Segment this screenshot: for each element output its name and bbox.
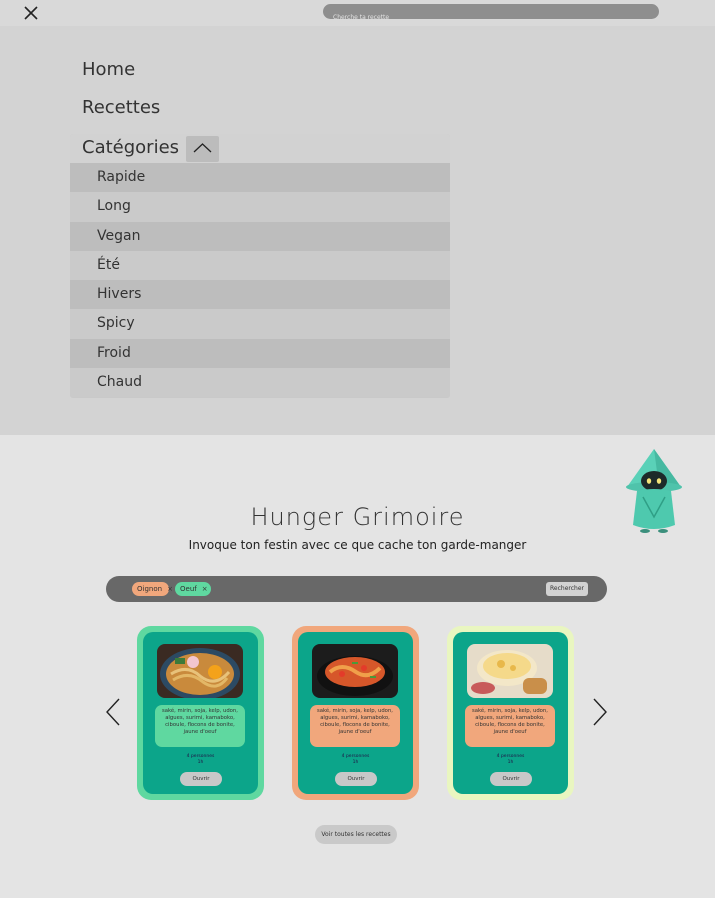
open-recipe-button[interactable]: Ouvrir bbox=[490, 772, 532, 786]
recipe-image bbox=[312, 644, 398, 698]
recipe-ingredients: saké, mirin, soja, kelp, udon, algues, s… bbox=[465, 705, 555, 747]
recipe-card: saké, mirin, soja, kelp, udon, algues, s… bbox=[137, 626, 264, 800]
chevron-left-icon[interactable] bbox=[104, 697, 122, 727]
category-item-ete[interactable]: Été bbox=[70, 250, 450, 281]
open-recipe-button[interactable]: Ouvrir bbox=[335, 772, 377, 786]
hero-subtitle: Invoque ton festin avec ce que cache ton… bbox=[188, 538, 527, 552]
recipe-ingredients: saké, mirin, soja, kelp, udon, algues, s… bbox=[310, 705, 400, 747]
category-item-long[interactable]: Long bbox=[70, 192, 450, 222]
recipe-meta: 4 personnes 1h bbox=[143, 754, 258, 766]
category-item-spicy[interactable]: Spicy bbox=[70, 309, 450, 339]
all-recipes-button[interactable]: Voir toutes les recettes bbox=[315, 825, 397, 844]
category-item-vegan[interactable]: Vegan bbox=[70, 221, 450, 251]
recipe-time: 1h bbox=[352, 760, 359, 765]
chip-label: Oignon bbox=[137, 585, 163, 593]
recipe-card-body: saké, mirin, soja, kelp, udon, algues, s… bbox=[143, 632, 258, 794]
nav-recettes-link[interactable]: Recettes bbox=[82, 97, 160, 118]
recipe-meta: 4 personnes 1h bbox=[298, 754, 413, 766]
open-recipe-button[interactable]: Ouvrir bbox=[180, 772, 222, 786]
categories-header: Catégories bbox=[70, 134, 450, 163]
recipe-time: 1h bbox=[507, 760, 514, 765]
recipe-image bbox=[157, 644, 243, 698]
chip-remove-icon[interactable]: × bbox=[167, 582, 173, 596]
nav-menu-panel: Home Recettes Catégories Rapide Long Veg… bbox=[0, 26, 715, 435]
ingredient-search-bar[interactable]: Oignon × Oeuf × Rechercher bbox=[106, 576, 607, 602]
recipe-image bbox=[467, 644, 553, 698]
category-item-rapide[interactable]: Rapide bbox=[70, 163, 450, 193]
chevron-right-icon[interactable] bbox=[591, 697, 609, 727]
recipe-time: 1h bbox=[197, 760, 204, 765]
categories-title[interactable]: Catégories bbox=[82, 137, 179, 158]
ingredient-chip-oeuf: Oeuf × bbox=[175, 582, 211, 596]
category-item-froid[interactable]: Froid bbox=[70, 338, 450, 369]
recipe-meta: 4 personnes 1h bbox=[453, 754, 568, 766]
chevron-up-icon bbox=[193, 143, 212, 153]
chip-remove-icon[interactable]: × bbox=[202, 582, 208, 596]
nav-home-link[interactable]: Home bbox=[82, 59, 135, 80]
recipe-card-body: saké, mirin, soja, kelp, udon, algues, s… bbox=[453, 632, 568, 794]
categories-collapse-button[interactable] bbox=[186, 136, 219, 162]
recipe-card: saké, mirin, soja, kelp, udon, algues, s… bbox=[292, 626, 419, 800]
categories-dropdown: Catégories Rapide Long Vegan Été Hivers … bbox=[70, 134, 450, 398]
rechercher-button[interactable]: Rechercher bbox=[546, 582, 588, 596]
close-menu-button[interactable] bbox=[21, 3, 41, 23]
hero-title: Hunger Grimoire bbox=[250, 503, 465, 531]
top-bar bbox=[0, 0, 715, 26]
ingredient-chip-oignon: Oignon × bbox=[132, 582, 173, 596]
close-icon bbox=[24, 6, 38, 20]
recipe-card: saké, mirin, soja, kelp, udon, algues, s… bbox=[447, 626, 574, 800]
chip-label: Oeuf bbox=[180, 585, 197, 593]
category-item-chaud[interactable]: Chaud bbox=[70, 368, 450, 398]
recipe-card-body: saké, mirin, soja, kelp, udon, algues, s… bbox=[298, 632, 413, 794]
category-item-hivers[interactable]: Hivers bbox=[70, 280, 450, 310]
top-search-input[interactable] bbox=[323, 10, 659, 25]
recipe-ingredients: saké, mirin, soja, kelp, udon, algues, s… bbox=[155, 705, 245, 747]
top-search-bar bbox=[323, 4, 659, 25]
